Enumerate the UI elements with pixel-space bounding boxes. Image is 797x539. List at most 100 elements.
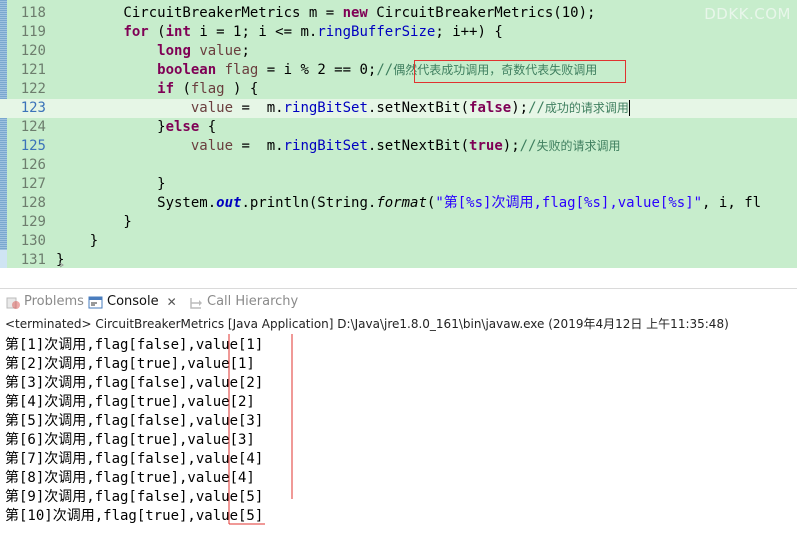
tab-problems-label: Problems (24, 294, 84, 309)
watermark: DDKK.COM (704, 5, 791, 23)
close-icon[interactable]: ✕ (167, 289, 177, 315)
code-line[interactable]: 118 CircuitBreakerMetrics m = new Circui… (0, 4, 797, 23)
code-token: = i % 2 == 0; (258, 62, 377, 78)
code-token: boolean (157, 62, 217, 78)
code-line[interactable]: 121 boolean flag = i % 2 == 0;//偶然代表成功调用… (0, 61, 797, 80)
code-token: out (216, 195, 242, 211)
code-token: } (56, 176, 166, 192)
code-token: ; (241, 43, 250, 59)
code-line[interactable]: 126 (0, 156, 797, 175)
code-token: flag (224, 62, 259, 78)
tab-call-hierarchy[interactable]: Call Hierarchy (188, 289, 298, 315)
code-token: 成功的请求调用 (544, 101, 629, 115)
code-token: value (190, 100, 234, 116)
code-token: format (376, 195, 427, 211)
code-token: true (469, 138, 503, 154)
code-line[interactable]: 130 } (0, 232, 797, 251)
line-number: 128 (20, 195, 46, 211)
line-number: 121 (20, 62, 46, 78)
code-token: value (190, 138, 234, 154)
console-output-line: 第[3]次调用,flag[false],value[2] (5, 375, 264, 391)
code-token: int (165, 24, 191, 40)
console-output-line: 第[5]次调用,flag[false],value[3] (5, 413, 264, 429)
code-line[interactable]: 120 long value; (0, 42, 797, 61)
console-icon (88, 295, 103, 309)
code-token: } (56, 119, 166, 135)
code-token: // (376, 62, 394, 78)
code-line[interactable]: 122 if (flag ) { (0, 80, 797, 99)
code-text: }else { (56, 118, 216, 137)
tab-console[interactable]: Console ✕ (88, 289, 177, 315)
console-output-line: 第[7]次调用,flag[false],value[4] (5, 451, 264, 467)
view-tabs: Problems Console ✕ Call Hierarchy (0, 288, 797, 315)
console-output[interactable]: 第[1]次调用,flag[false],value[1] 第[2]次调用,flag… (0, 334, 797, 539)
code-token: flag (190, 81, 225, 97)
code-token: ) { (224, 81, 259, 97)
console-output-line: 第[6]次调用,flag[true],value[3] (5, 432, 255, 448)
code-token: .println(String. (241, 195, 377, 211)
console-output-line: 第[10]次调用,flag[true],value[5] (5, 508, 264, 524)
call-hierarchy-icon (188, 295, 202, 309)
code-text: } (56, 232, 98, 251)
line-number: 122 (20, 81, 46, 97)
code-line[interactable]: 123 value = m.ringBitSet.setNextBit(fals… (0, 99, 797, 118)
line-number: 127 (20, 176, 46, 192)
code-token: i = 1; i <= m. (190, 24, 318, 40)
code-token: ); (511, 100, 529, 116)
code-token: long (157, 43, 191, 59)
code-token: ( (148, 24, 166, 40)
code-token: ringBufferSize (317, 24, 436, 40)
code-token: CircuitBreakerMetrics(10); (367, 5, 596, 21)
comment-highlight-box (414, 60, 626, 83)
code-line[interactable]: 127 } (0, 175, 797, 194)
console-output-line: 第[1]次调用,flag[false],value[1] (5, 337, 264, 353)
code-token: System. (56, 195, 217, 211)
console-output-line: 第[8]次调用,flag[true],value[4] (5, 470, 255, 486)
problems-icon (5, 295, 20, 309)
code-token: new (342, 5, 368, 21)
code-token: ; i++) { (435, 24, 503, 40)
editor-horizontal-scrollbar[interactable] (0, 262, 797, 268)
code-line[interactable]: 125 value = m.ringBitSet.setNextBit(true… (0, 137, 797, 156)
text-caret (628, 100, 630, 116)
line-number: 119 (20, 24, 46, 40)
code-token: 失败的请求调用 (536, 139, 621, 153)
code-token: "第[%s]次调用,flag[%s],value[%s]" (435, 195, 703, 211)
code-token: = m. (233, 100, 284, 116)
line-number: 126 (20, 157, 46, 173)
code-editor[interactable]: 118 CircuitBreakerMetrics m = new Circui… (0, 0, 797, 268)
code-text: } (56, 175, 166, 194)
code-line[interactable]: 129 } (0, 213, 797, 232)
code-text: if (flag ) { (56, 80, 258, 99)
code-token: value (199, 43, 242, 59)
code-text: value = m.ringBitSet.setNextBit(true);//… (56, 137, 621, 156)
line-number: 125 (20, 138, 46, 154)
line-number: 123 (20, 100, 46, 116)
code-token: // (519, 138, 537, 154)
code-token: ringBitSet (283, 100, 368, 116)
code-text: System.out.println(String.format("第[%s]次… (56, 194, 761, 213)
code-token: if (157, 81, 175, 97)
code-token: ringBitSet (283, 138, 368, 154)
code-token: // (528, 100, 545, 116)
tab-problems[interactable]: Problems (5, 289, 84, 315)
code-line[interactable]: 119 for (int i = 1; i <= m.ringBufferSiz… (0, 23, 797, 42)
code-text: for (int i = 1; i <= m.ringBufferSize; i… (56, 23, 503, 42)
code-token: , i, fl (702, 195, 762, 211)
tab-call-hierarchy-label: Call Hierarchy (207, 294, 299, 309)
code-line[interactable]: 128 System.out.println(String.format("第[… (0, 194, 797, 213)
code-token: .setNextBit( (367, 100, 470, 116)
code-line[interactable]: 124 }else { (0, 118, 797, 137)
line-number: 120 (20, 43, 46, 59)
code-token: .setNextBit( (367, 138, 470, 154)
line-number: 129 (20, 214, 46, 230)
code-token: false (469, 100, 512, 116)
code-token: else (165, 119, 200, 135)
